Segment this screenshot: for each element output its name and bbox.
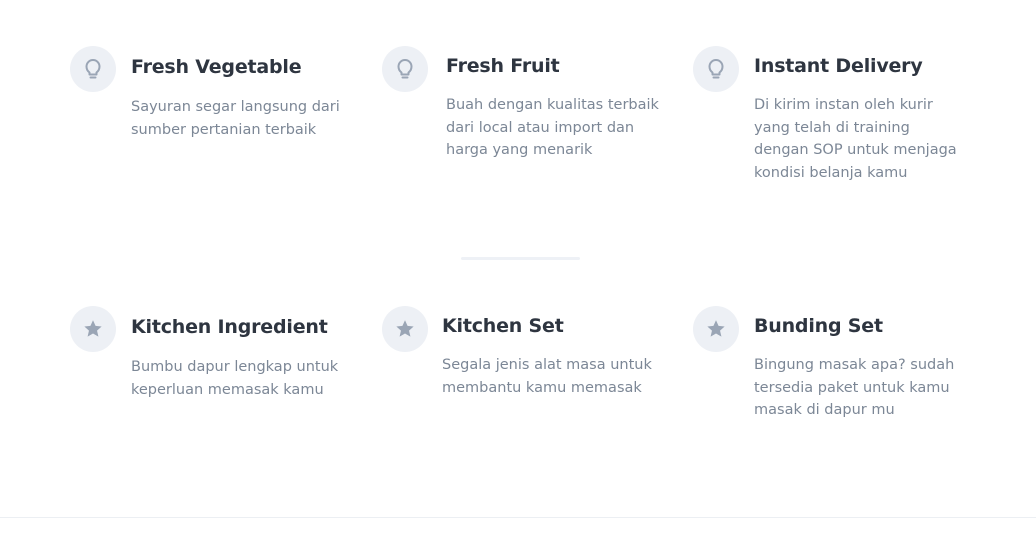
- feature-description: Sayuran segar langsung dari sumber perta…: [131, 99, 340, 138]
- feature-title: Kitchen Ingredient: [131, 316, 328, 338]
- star-icon: [693, 306, 739, 352]
- feature-description: Bingung masak apa? sudah tersedia paket …: [754, 357, 955, 419]
- lightbulb-icon: [693, 46, 739, 92]
- feature-title: Kitchen Set: [442, 315, 564, 337]
- footer-divider: [0, 517, 1036, 518]
- feature-title: Fresh Fruit: [446, 55, 560, 77]
- feature-title: Bunding Set: [754, 315, 883, 337]
- star-icon: [70, 306, 116, 352]
- feature-description: Buah dengan kualitas terbaik dari local …: [446, 97, 659, 159]
- feature-title: Instant Delivery: [754, 55, 923, 77]
- feature-title: Fresh Vegetable: [131, 56, 302, 78]
- feature-description: Di kirim instan oleh kurir yang telah di…: [754, 97, 957, 181]
- lightbulb-icon: [70, 46, 116, 92]
- section-divider: [461, 257, 580, 260]
- lightbulb-icon: [382, 46, 428, 92]
- star-icon: [382, 306, 428, 352]
- features-section: Fresh Vegetable Sayuran segar langsung d…: [0, 0, 1036, 540]
- feature-description: Segala jenis alat masa untuk membantu ka…: [442, 357, 652, 396]
- feature-description: Bumbu dapur lengkap untuk keperluan mema…: [131, 359, 339, 398]
